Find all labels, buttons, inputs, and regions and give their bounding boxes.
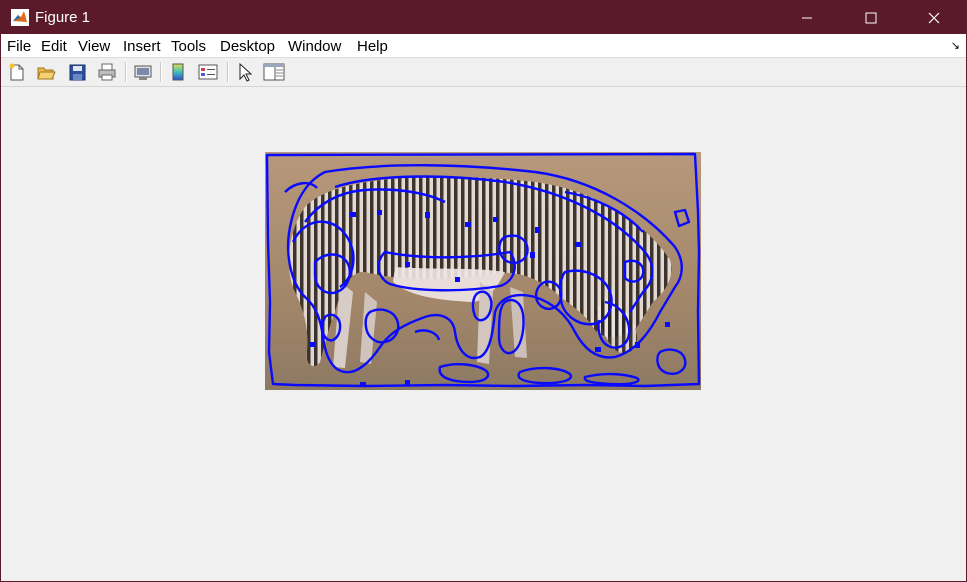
window-title: Figure 1: [35, 9, 91, 26]
maximize-icon: [865, 12, 877, 23]
save-figure-icon: [69, 64, 86, 81]
link-plot-icon: [134, 65, 152, 80]
minimize-button[interactable]: [784, 1, 830, 34]
open-file-icon: [37, 67, 56, 80]
menu-tools[interactable]: Tools: [171, 38, 206, 55]
figure-window: Figure 1 File Edit View Insert Tools Des…: [0, 0, 967, 582]
close-icon: [928, 12, 940, 23]
menu-view[interactable]: View: [78, 38, 110, 55]
toolbar-separator: [125, 62, 127, 82]
toolbar-separator: [160, 62, 162, 82]
close-button[interactable]: [911, 1, 957, 34]
toolbar-separator: [227, 62, 229, 82]
property-inspector-icon: [263, 63, 285, 81]
insert-legend-button[interactable]: [197, 61, 219, 83]
menu-bar: File Edit View Insert Tools Desktop Wind…: [1, 34, 966, 58]
edit-plot-button[interactable]: [234, 61, 256, 83]
menu-file[interactable]: File: [7, 38, 31, 55]
zebra-contour-image[interactable]: [265, 152, 701, 390]
insert-legend-icon: [198, 64, 218, 80]
link-plot-button[interactable]: [132, 61, 154, 83]
property-inspector-button[interactable]: [263, 61, 285, 83]
dock-arrow-icon[interactable]: ↘: [951, 39, 960, 52]
figure-toolbar: [1, 58, 966, 87]
minimize-icon: [802, 17, 812, 18]
edit-plot-icon: [239, 62, 253, 82]
insert-colorbar-button[interactable]: [167, 61, 189, 83]
open-file-button[interactable]: [35, 61, 57, 83]
menu-edit[interactable]: Edit: [41, 38, 67, 55]
figure-canvas[interactable]: [1, 87, 966, 581]
new-figure-button[interactable]: [6, 61, 28, 83]
menu-insert[interactable]: Insert: [123, 38, 161, 55]
save-figure-button[interactable]: [66, 61, 88, 83]
print-figure-button[interactable]: [96, 61, 118, 83]
print-figure-icon: [98, 63, 116, 81]
menu-help[interactable]: Help: [357, 38, 388, 55]
maximize-button[interactable]: [848, 1, 894, 34]
menu-desktop[interactable]: Desktop: [220, 38, 275, 55]
menu-window[interactable]: Window: [288, 38, 341, 55]
matlab-logo-icon: [11, 9, 29, 26]
new-figure-icon: [9, 63, 24, 81]
insert-colorbar-icon: [172, 63, 184, 81]
title-bar[interactable]: Figure 1: [1, 1, 966, 34]
